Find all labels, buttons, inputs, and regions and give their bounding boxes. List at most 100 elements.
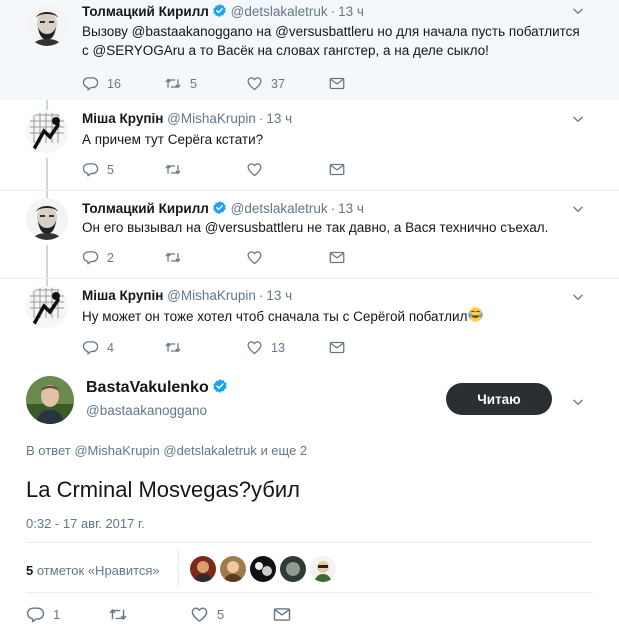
author-handle[interactable]: @MishaKrupin — [167, 288, 256, 303]
liker-avatar[interactable] — [280, 556, 306, 582]
tweet-header: Міша Крупін @MishaKrupin · 13 ч — [82, 288, 292, 303]
tweet-header: Толмацкий Кирилл @detslakaletruk · 13 ч — [82, 3, 364, 19]
reply-count: 2 — [107, 250, 114, 265]
retweet-button[interactable] — [164, 249, 182, 266]
avatar[interactable] — [26, 4, 68, 46]
direct-message-icon — [328, 161, 346, 178]
tweet-text: Он его вызывал на @versusbattleru не так… — [82, 220, 549, 235]
direct-message-button[interactable] — [328, 249, 346, 266]
reply-icon — [82, 75, 99, 92]
thread-tweet[interactable]: Міша Крупін @MishaKrupin · 13 ч Ну может о… — [0, 278, 619, 366]
reply-context: В ответ @MishaKrupin @detslakaletruk и е… — [26, 443, 307, 458]
like-icon — [246, 75, 263, 92]
chevron-down-icon[interactable] — [571, 202, 585, 216]
like-button[interactable] — [246, 161, 263, 178]
author-handle[interactable]: @MishaKrupin — [167, 111, 256, 126]
author-name[interactable]: Толмацкий Кирилл — [82, 201, 209, 216]
reply-icon — [82, 339, 99, 356]
reply-button[interactable]: 4 — [82, 339, 114, 356]
author-name[interactable]: Толмацкий Кирилл — [82, 4, 209, 19]
like-count: 5 — [217, 607, 225, 622]
like-button[interactable] — [246, 249, 263, 266]
like-icon — [246, 161, 263, 178]
like-button[interactable]: 13 — [246, 339, 285, 356]
retweet-icon — [164, 249, 182, 266]
verified-badge-icon — [212, 200, 227, 215]
liker-avatar[interactable] — [310, 556, 336, 582]
tweet-header: Міша Крупін @MishaKrupin · 13 ч — [82, 111, 292, 126]
author-name[interactable]: Міша Крупін — [82, 288, 163, 303]
reply-button[interactable]: 2 — [82, 249, 114, 266]
reply-more[interactable]: и еще 2 — [260, 443, 307, 458]
separator-dot: · — [330, 201, 336, 216]
like-icon — [246, 249, 263, 266]
author-name-text[interactable]: BastaVakulenko — [86, 379, 209, 396]
separator-dot: · — [258, 288, 264, 303]
avatar[interactable] — [26, 286, 68, 328]
reply-count: 1 — [53, 607, 61, 622]
avatar[interactable] — [26, 111, 68, 153]
like-icon — [246, 339, 263, 356]
thread-tweet[interactable]: Толмацкий Кирилл @detslakaletruk · 13 ч Он… — [0, 190, 619, 278]
chevron-down-icon[interactable] — [571, 112, 585, 126]
tweet-text-content: Ну может он тоже хотел чтоб сначала ты с… — [82, 309, 468, 324]
tears-of-joy-emoji — [467, 306, 484, 323]
reply-button[interactable]: 5 — [82, 161, 114, 178]
author-handle[interactable]: @detslakaletruk — [231, 201, 328, 216]
verified-badge-icon — [212, 3, 227, 18]
author-name[interactable]: Міша Крупін — [82, 111, 163, 126]
liker-avatar[interactable] — [250, 556, 276, 582]
author-handle[interactable]: @bastaakanoggano — [86, 403, 207, 418]
direct-message-button[interactable] — [328, 339, 346, 356]
retweet-button[interactable] — [164, 161, 182, 178]
liker-avatars — [190, 556, 336, 582]
liker-avatar[interactable] — [190, 556, 216, 582]
reply-count: 4 — [107, 340, 114, 355]
tweet-time[interactable]: 13 ч — [338, 201, 364, 216]
chevron-down-icon[interactable] — [571, 4, 585, 18]
avatar[interactable] — [26, 376, 74, 424]
retweet-button[interactable]: 5 — [164, 75, 197, 92]
like-button[interactable]: 37 — [246, 75, 285, 92]
tweet-text: Вызову @bastaakanoggano на @versusbattle… — [82, 24, 580, 58]
follow-button[interactable]: Читаю — [446, 383, 552, 415]
tweet-time[interactable]: 13 ч — [338, 4, 364, 19]
retweet-button[interactable] — [164, 339, 182, 356]
retweet-icon — [108, 605, 128, 624]
reply-button[interactable]: 16 — [82, 75, 121, 92]
reply-icon — [82, 249, 99, 266]
tweet-time[interactable]: 13 ч — [266, 288, 292, 303]
direct-message-button[interactable] — [328, 75, 346, 92]
author-name[interactable]: BastaVakulenko — [86, 378, 228, 397]
retweet-count: 5 — [190, 76, 197, 91]
direct-message-button[interactable] — [328, 161, 346, 178]
divider — [26, 592, 593, 593]
tweet-time[interactable]: 13 ч — [266, 111, 292, 126]
tweet-date[interactable]: 0:32 - 17 авг. 2017 г. — [26, 516, 145, 531]
thread-tweet[interactable]: Міша Крупін @MishaKrupin · 13 ч А причем т… — [0, 100, 619, 190]
like-count: 13 — [271, 340, 285, 355]
like-count: 37 — [271, 76, 285, 91]
like-button[interactable]: 5 — [190, 605, 224, 624]
reply-button[interactable]: 1 — [26, 605, 60, 624]
tweet-text: Ну может он тоже хотел чтоб сначала ты с… — [82, 306, 582, 326]
reply-prefix: В ответ — [26, 443, 71, 458]
like-stats[interactable]: 5 отметок «Нравится» — [26, 563, 160, 578]
chevron-down-icon[interactable] — [571, 395, 585, 409]
retweet-icon — [164, 75, 182, 92]
chevron-down-icon[interactable] — [571, 290, 585, 304]
separator-dot: · — [330, 4, 336, 19]
like-icon — [190, 605, 209, 624]
avatar[interactable] — [26, 198, 68, 240]
retweet-icon — [164, 339, 182, 356]
reply-icon — [26, 605, 45, 624]
tweet-header: Толмацкий Кирилл @detslakaletruk · 13 ч — [82, 200, 364, 216]
direct-message-icon — [328, 339, 346, 356]
reply-users[interactable]: @MishaKrupin @detslakaletruk — [74, 443, 256, 458]
retweet-button[interactable] — [108, 605, 128, 624]
thread-tweet[interactable]: Толмацкий Кирилл @detslakaletruk · 13 ч Вы… — [0, 0, 619, 100]
direct-message-button[interactable] — [272, 605, 292, 624]
direct-message-icon — [328, 249, 346, 266]
author-handle[interactable]: @detslakaletruk — [231, 4, 328, 19]
liker-avatar[interactable] — [220, 556, 246, 582]
